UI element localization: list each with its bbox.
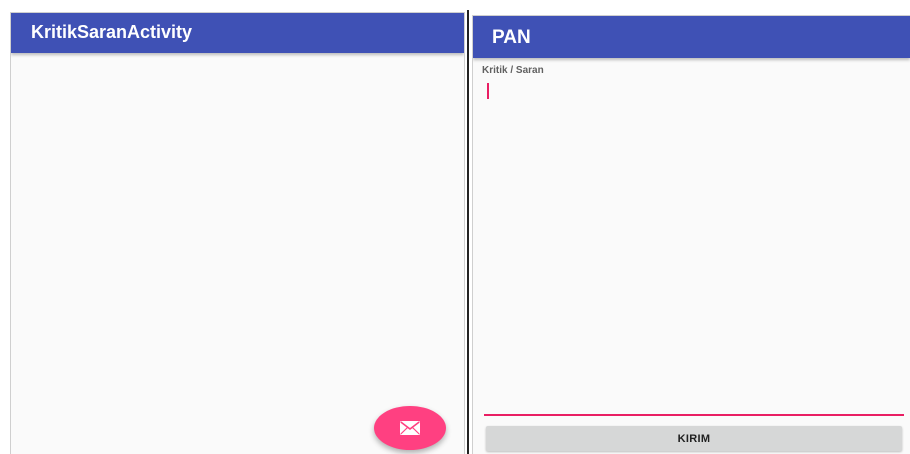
text-cursor: [487, 83, 489, 99]
app-bar-title: KritikSaranActivity: [31, 22, 193, 42]
feedback-input[interactable]: [484, 80, 904, 416]
pan-feedback-screen: PAN Kritik / Saran KIRIM: [473, 16, 910, 454]
app-bar-title: PAN: [492, 27, 531, 48]
kirim-button[interactable]: KIRIM: [486, 426, 902, 451]
app-bar: PAN: [473, 16, 910, 58]
feedback-field-label: Kritik / Saran: [482, 65, 544, 76]
screenshot-divider: [467, 10, 469, 454]
app-bar: KritikSaranActivity: [11, 13, 464, 53]
kritik-saran-activity-screen: KritikSaranActivity: [11, 13, 464, 454]
envelope-icon: [400, 421, 420, 435]
send-email-fab[interactable]: [374, 406, 446, 450]
